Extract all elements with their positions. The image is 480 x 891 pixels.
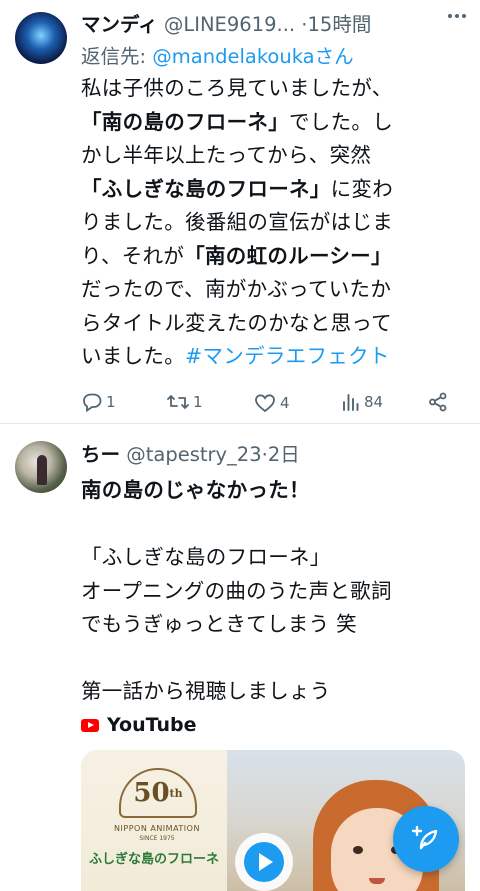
- thumbnail-left: 50th NIPPON ANIMATION SINCE 1975 ふしぎな島のフ…: [81, 750, 227, 891]
- tweet-text: 南の島のじゃなかった！ 「ふしぎな島のフローネ」 オープニングの曲のうた声と歌詞…: [81, 478, 392, 703]
- views-button[interactable]: 84: [342, 393, 383, 411]
- like-button[interactable]: 4: [254, 393, 290, 413]
- reply-count: 1: [106, 393, 116, 411]
- share-button[interactable]: [428, 392, 448, 412]
- reply-icon: [83, 393, 102, 412]
- like-count: 4: [280, 394, 290, 412]
- play-icon: [244, 842, 284, 882]
- analytics-icon: [343, 394, 359, 411]
- reply-mention[interactable]: @mandelakoukaさん: [152, 45, 353, 68]
- author-handle[interactable]: @LINE9619...: [164, 13, 295, 36]
- timestamp[interactable]: 2日: [268, 443, 300, 466]
- link-source-label: YouTube: [107, 714, 197, 736]
- tweet-text: 私は子供のころ見ていましたが、 「南の島のフローネ」でした。し かし半年以上たっ…: [81, 76, 394, 368]
- play-button[interactable]: [235, 833, 293, 891]
- studio-label: NIPPON ANIMATION: [114, 824, 200, 833]
- reply-button[interactable]: 1: [81, 392, 116, 412]
- avatar[interactable]: [15, 12, 67, 64]
- feather-plus-icon: [411, 825, 438, 850]
- compose-tweet-button[interactable]: [393, 806, 459, 872]
- reply-prefix: 返信先:: [81, 45, 147, 68]
- share-icon: [429, 392, 447, 412]
- show-title: ふしぎな島のフローネ: [89, 852, 220, 867]
- tweet-header: マンディ @LINE9619... ·15時間: [81, 8, 466, 42]
- author-name[interactable]: ちー: [81, 443, 120, 466]
- view-count: 84: [364, 393, 384, 411]
- since-label: SINCE 1975: [139, 835, 175, 842]
- author-name[interactable]: マンディ: [81, 13, 158, 36]
- tweet-header: ちー @tapestry_23·2日: [81, 438, 466, 472]
- tweet-content: マンディ @LINE9619... ·15時間 返信先: @mandelakou…: [81, 8, 466, 374]
- hashtag-link[interactable]: #マンデラエフェクト: [185, 344, 390, 368]
- avatar[interactable]: [15, 441, 67, 493]
- author-handle[interactable]: @tapestry_23: [126, 443, 261, 466]
- anniversary-badge: 50th: [119, 768, 197, 818]
- heart-icon: [255, 394, 275, 413]
- tweet[interactable]: マンディ @LINE9619... ·15時間 返信先: @mandelakou…: [0, 0, 480, 424]
- more-options-icon[interactable]: [448, 14, 466, 18]
- reply-to: 返信先: @mandelakoukaさん: [81, 42, 466, 72]
- timestamp[interactable]: 15時間: [308, 13, 372, 36]
- youtube-icon: [81, 718, 99, 732]
- retweet-button[interactable]: 1: [166, 393, 203, 411]
- link-source[interactable]: YouTube: [81, 714, 196, 736]
- tweet-content: ちー @tapestry_23·2日 南の島のじゃなかった！ 「ふしぎな島のフロ…: [81, 438, 466, 709]
- retweet-icon: [167, 395, 189, 409]
- retweet-count: 1: [193, 393, 203, 411]
- character-eye: [353, 846, 363, 854]
